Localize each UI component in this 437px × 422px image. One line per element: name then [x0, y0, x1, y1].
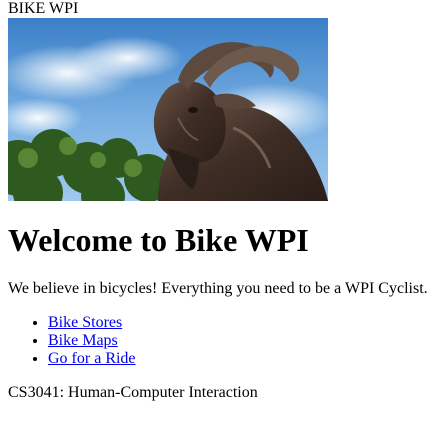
page-title: Welcome to Bike WPI [8, 222, 309, 258]
course-footer: CS3041: Human-Computer Interaction [8, 384, 258, 401]
site-header-title: BIKE WPI [8, 0, 79, 17]
tagline: We believe in bicycles! Everything you n… [8, 280, 428, 297]
page: BIKE WPI Welcome to Bike WPI We believe … [0, 0, 437, 402]
list-item: Go for a Ride [48, 350, 429, 368]
list-item: Bike Maps [48, 332, 429, 350]
hero-image [8, 18, 328, 201]
list-item: Bike Stores [48, 314, 429, 332]
nav-link-list: Bike Stores Bike Maps Go for a Ride [8, 314, 429, 368]
bike-stores-link[interactable]: Bike Stores [48, 314, 122, 331]
go-for-a-ride-link[interactable]: Go for a Ride [48, 350, 136, 367]
bike-maps-link[interactable]: Bike Maps [48, 332, 118, 349]
